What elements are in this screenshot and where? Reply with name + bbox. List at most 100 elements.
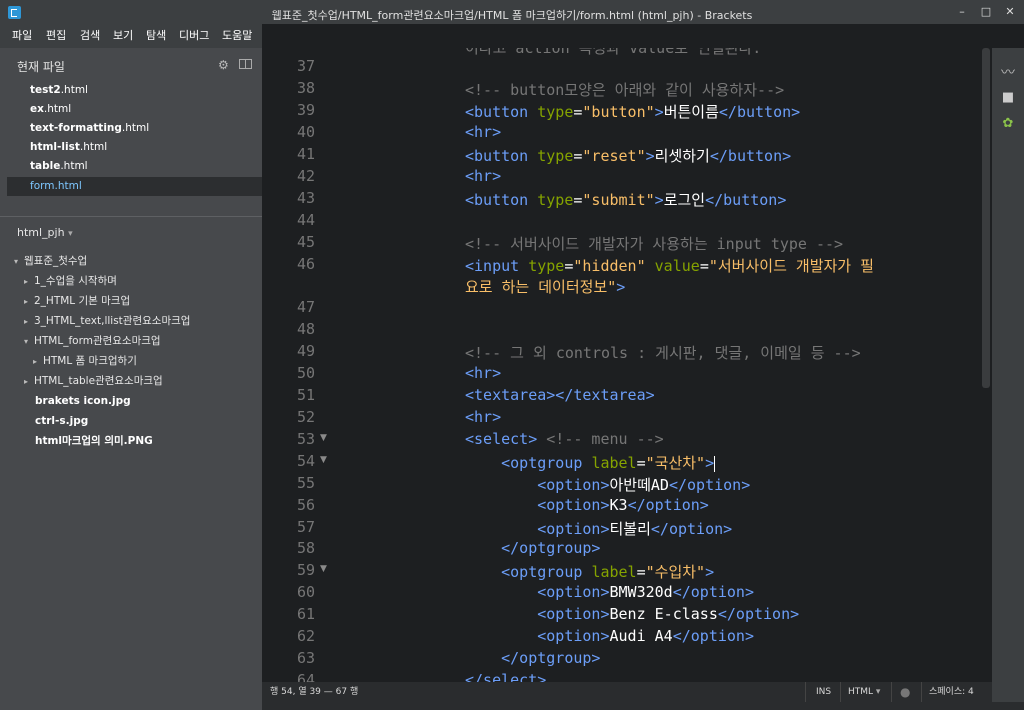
code-line: <hr> — [465, 123, 502, 141]
line-number: 61 — [296, 605, 315, 623]
code-line: <button type="submit">로그인</button> — [465, 191, 787, 209]
tree-file[interactable]: html마크업의 의미.PNG — [35, 432, 153, 450]
line-number: 64 — [296, 671, 315, 682]
fold-arrow-icon[interactable]: ▼ — [320, 564, 327, 574]
code-line: </optgroup> — [501, 649, 601, 667]
line-number: 56 — [296, 496, 315, 514]
tree-file[interactable]: brakets icon.jpg — [35, 392, 131, 410]
line-number: 53 — [296, 430, 315, 448]
bottom-strip — [262, 702, 1024, 710]
working-files-title: 현재 파일 — [17, 60, 65, 74]
working-file-item[interactable]: html-list.html — [7, 138, 262, 157]
code-editor[interactable]: 37 38 39 40 41 42 43 44 45 46 47 48 49 5… — [262, 48, 980, 682]
window-title: 웹표준_첫수업/HTML_form관련요소마크업/HTML 폼 마크업하기/fo… — [271, 9, 753, 22]
menu-help[interactable]: 도움말 — [222, 27, 252, 43]
tree-folder[interactable]: ▸ HTML 폼 마크업하기 — [33, 352, 137, 371]
line-number: 45 — [296, 233, 315, 251]
tree-folder[interactable]: ▸ 3_HTML_text,llist관련요소마크업 — [24, 312, 190, 331]
extension-manager-icon[interactable]: ■ — [992, 90, 1024, 105]
fold-arrow-icon[interactable]: ▼ — [320, 455, 327, 465]
menu-view[interactable]: 보기 — [113, 27, 133, 43]
code-line: <input type="hidden" value="서버사이드 개발자가 필 — [465, 257, 874, 275]
code-line: <option>K3</option> — [537, 496, 709, 514]
working-file-item[interactable]: ex.html — [7, 100, 262, 119]
code-line: <hr> — [465, 167, 502, 185]
status-separator — [805, 682, 806, 702]
line-number: 46 — [296, 255, 315, 273]
working-file-item[interactable]: text-formatting.html — [7, 119, 262, 138]
line-number: 47 — [296, 298, 315, 316]
line-number: 60 — [296, 583, 315, 601]
menu-edit[interactable]: 편집 — [46, 27, 66, 43]
sidebar: 현재 파일 ⚙ test2.html ex.html text-formatti… — [0, 48, 262, 710]
sidebar-divider — [0, 216, 262, 217]
line-number: 51 — [296, 386, 315, 404]
code-line: 요로 하는 데이터정보"> — [465, 278, 626, 296]
line-number: 48 — [296, 320, 315, 338]
right-toolbar: 〰 ■ ✿ — [992, 48, 1024, 710]
code-line: <option>Benz E-class</option> — [537, 605, 800, 623]
code-line: 이라고 action 속성과 value로 연결된다. — [465, 48, 762, 57]
line-number: 43 — [296, 189, 315, 207]
split-view-icon[interactable] — [239, 59, 252, 69]
status-separator — [840, 682, 841, 702]
line-number: 37 — [296, 57, 315, 75]
line-number: 58 — [296, 539, 315, 557]
line-number: 54 — [296, 452, 315, 470]
status-bar: 행 54, 열 39 — 67 행 INS HTML ▾ ● 스페이스: 4 — [262, 682, 992, 702]
menu-file[interactable]: 파일 — [12, 27, 32, 43]
code-line: <!-- button모양은 아래와 같이 사용하자--> — [465, 81, 785, 99]
working-file-item[interactable]: test2.html — [7, 81, 262, 100]
extension-icon[interactable]: ✿ — [992, 116, 1024, 131]
line-number: 50 — [296, 364, 315, 382]
line-number: 62 — [296, 627, 315, 645]
scrollbar-thumb[interactable] — [982, 48, 990, 388]
code-line: <textarea></textarea> — [465, 386, 655, 404]
code-line: <optgroup label="수입차"> — [501, 563, 715, 581]
code-line: </optgroup> — [501, 539, 601, 557]
line-number: 59 — [296, 561, 315, 579]
line-number: 38 — [296, 79, 315, 97]
insert-mode-toggle[interactable]: INS — [816, 682, 831, 702]
line-number: 63 — [296, 649, 315, 667]
code-line: <hr> — [465, 364, 502, 382]
indent-setting[interactable]: 스페이스: 4 — [929, 682, 974, 702]
code-line: <optgroup label="국산차"> — [501, 454, 716, 472]
close-button[interactable]: ✕ — [1000, 5, 1020, 19]
line-number: 39 — [296, 101, 315, 119]
cursor-position[interactable]: 행 54, 열 39 — 67 행 — [270, 682, 358, 702]
fold-arrow-icon[interactable]: ▼ — [320, 433, 327, 443]
tree-file[interactable]: ctrl-s.jpg — [35, 412, 88, 430]
code-line: <!-- 서버사이드 개발자가 사용하는 input type --> — [465, 235, 844, 253]
text-cursor — [714, 455, 716, 472]
menu-debug[interactable]: 디버그 — [179, 27, 209, 43]
line-number: 41 — [296, 145, 315, 163]
code-line: <option>아반떼AD</option> — [537, 476, 751, 494]
tree-folder[interactable]: ▸ 2_HTML 기본 마크업 — [24, 292, 130, 311]
code-line: <button type="button">버튼이름</button> — [465, 103, 801, 121]
menu-navigate[interactable]: 탐색 — [146, 27, 166, 43]
minimize-button[interactable]: – — [952, 5, 972, 19]
tree-folder[interactable]: ▾ HTML_form관련요소마크업 — [24, 332, 161, 351]
maximize-button[interactable]: □ — [976, 5, 996, 19]
line-number: 42 — [296, 167, 315, 185]
language-select[interactable]: HTML ▾ — [848, 682, 880, 702]
lint-status-icon[interactable]: ● — [900, 682, 910, 702]
code-line: <select> <!-- menu --> — [465, 430, 664, 448]
status-separator — [891, 682, 892, 702]
project-title[interactable]: html_pjh ▾ — [17, 226, 73, 239]
working-file-item-active[interactable]: form.html — [7, 177, 262, 196]
tree-folder[interactable]: ▸ 1_수업을 시작하며 — [24, 272, 117, 291]
code-line: <button type="reset">리셋하기</button> — [465, 147, 792, 165]
line-number: 52 — [296, 408, 315, 426]
working-file-item[interactable]: table.html — [7, 157, 262, 176]
tree-folder[interactable]: ▾ 웹표준_첫수업 — [14, 252, 87, 271]
gear-icon[interactable]: ⚙ — [218, 58, 229, 72]
code-line: <option>Audi A4</option> — [537, 627, 754, 645]
code-line: <!-- 그 외 controls : 게시판, 댓글, 이메일 등 --> — [465, 344, 861, 362]
menu-find[interactable]: 검색 — [80, 27, 100, 43]
live-preview-icon[interactable]: 〰 — [992, 62, 1024, 82]
line-number: 40 — [296, 123, 315, 141]
title-bar: 웹표준_첫수업/HTML_form관련요소마크업/HTML 폼 마크업하기/fo… — [0, 0, 1024, 24]
tree-folder[interactable]: ▸ HTML_table관련요소마크업 — [24, 372, 163, 391]
